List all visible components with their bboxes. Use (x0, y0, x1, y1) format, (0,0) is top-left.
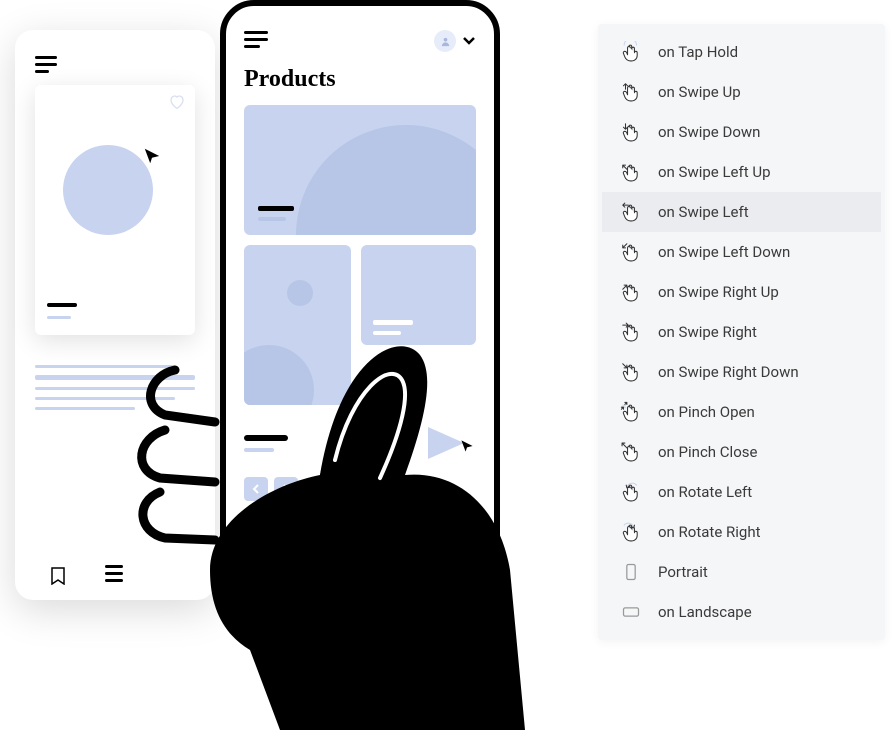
pinch-open-icon (620, 401, 642, 423)
event-item-swipe-down[interactable]: on Swipe Down (602, 112, 881, 152)
placeholder-line (258, 217, 286, 221)
placeholder-line (373, 320, 413, 325)
event-item-swipe-left-down[interactable]: on Swipe Left Down (602, 232, 881, 272)
event-item-rotate-left[interactable]: on Rotate Left (602, 472, 881, 512)
event-label: on Rotate Left (658, 483, 863, 501)
pinch-close-icon (620, 441, 642, 463)
rotate-right-icon (620, 521, 642, 543)
event-label: on Pinch Close (658, 443, 863, 461)
event-label: on Swipe Up (658, 83, 863, 101)
swipe-left-up-icon (620, 161, 642, 183)
event-item-landscape[interactable]: on Landscape (602, 592, 881, 632)
tap-hold-icon (620, 41, 642, 63)
event-item-pinch-open[interactable]: on Pinch Open (602, 392, 881, 432)
phone-mockup-back (15, 30, 215, 600)
swipe-right-down-icon (620, 361, 642, 383)
menu-icon[interactable] (244, 31, 268, 52)
graphic-shape (244, 345, 314, 405)
cursor-icon (143, 147, 161, 165)
product-card (35, 85, 195, 335)
play-shape (420, 423, 476, 463)
event-label: on Swipe Left Up (658, 163, 863, 181)
list-icon[interactable] (105, 565, 123, 586)
graphic-shape (279, 108, 476, 235)
graphic-shape (287, 280, 313, 306)
event-label: on Swipe Right Down (658, 363, 863, 381)
event-label: on Rotate Right (658, 523, 863, 541)
event-label: on Landscape (658, 603, 863, 621)
swipe-down-icon (620, 121, 642, 143)
cursor-icon (460, 439, 474, 453)
landscape-icon (620, 601, 642, 623)
event-label: on Tap Hold (658, 43, 863, 61)
event-item-tap-hold[interactable]: on Tap Hold (602, 32, 881, 72)
hero-card[interactable] (244, 105, 476, 235)
swipe-up-icon (620, 81, 642, 103)
event-label: on Pinch Open (658, 403, 863, 421)
page-title: Products (244, 66, 476, 93)
events-panel: on Tap Hold on Swipe Up on Swipe Down on… (598, 24, 885, 640)
event-item-swipe-right[interactable]: on Swipe Right (602, 312, 881, 352)
bookmark-icon[interactable] (51, 567, 65, 585)
event-label: Portrait (658, 563, 863, 581)
event-label: on Swipe Right (658, 323, 863, 341)
event-item-swipe-up[interactable]: on Swipe Up (602, 72, 881, 112)
prev-button[interactable] (244, 477, 268, 501)
event-item-rotate-right[interactable]: on Rotate Right (602, 512, 881, 552)
placeholder-line (47, 303, 77, 307)
event-label: on Swipe Left Down (658, 243, 863, 261)
menu-icon[interactable] (35, 56, 201, 73)
event-label: on Swipe Right Up (658, 283, 863, 301)
grid-card[interactable] (361, 245, 476, 345)
phone-mockup-front: Products (220, 0, 500, 630)
swipe-right-icon (620, 321, 642, 343)
event-item-swipe-right-up[interactable]: on Swipe Right Up (602, 272, 881, 312)
chevron-down-icon[interactable] (462, 36, 476, 46)
swipe-right-up-icon (620, 281, 642, 303)
event-label: on Swipe Down (658, 123, 863, 141)
event-item-swipe-right-down[interactable]: on Swipe Right Down (602, 352, 881, 392)
placeholder-line (373, 331, 401, 335)
event-item-portrait[interactable]: Portrait (602, 552, 881, 592)
product-shape (63, 145, 153, 235)
avatar-icon[interactable] (434, 30, 456, 52)
placeholder-line (258, 206, 294, 211)
swipe-left-down-icon (620, 241, 642, 263)
event-item-swipe-left[interactable]: on Swipe Left (602, 192, 881, 232)
rotate-left-icon (620, 481, 642, 503)
favorite-icon[interactable] (169, 95, 185, 109)
next-button[interactable] (274, 477, 298, 501)
text-lines (35, 365, 201, 410)
page-dots[interactable] (244, 517, 476, 523)
grid-card[interactable] (244, 245, 351, 405)
portrait-icon (620, 561, 642, 583)
swipe-left-icon (620, 201, 642, 223)
event-item-pinch-close[interactable]: on Pinch Close (602, 432, 881, 472)
event-label: on Swipe Left (658, 203, 863, 221)
event-item-swipe-left-up[interactable]: on Swipe Left Up (602, 152, 881, 192)
caption-block (244, 435, 410, 452)
placeholder-line (47, 316, 71, 319)
